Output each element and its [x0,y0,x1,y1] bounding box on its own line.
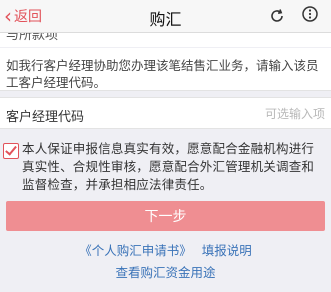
partial-row-label: 与所款项 [6,33,59,43]
manager-code-label: 客户经理代码 [6,110,85,125]
next-button[interactable]: 下一步 [6,201,325,231]
application-links: 《个人购汇申请书》 填报说明 [0,240,331,259]
application-form-link[interactable]: 《个人购汇申请书》 [79,243,192,258]
manager-info-block: 如我行客户经理协助您办理该笔结售汇业务，请输入该员工客户经理代码。 [0,48,331,91]
manager-info-text: 如我行客户经理协助您办理该笔结售汇业务，请输入该员工客户经理代码。 [6,58,319,90]
declaration-text: 本人保证申报信息真实有效，愿意配合金融机构进行真实性、合规性审核，愿意配合外汇管… [22,141,315,192]
declaration-checkbox[interactable] [3,143,19,159]
manager-code-input[interactable] [173,103,327,125]
more-icon[interactable] [300,4,320,28]
fund-use-link[interactable]: 查看购汇资金用途 [115,265,215,280]
declaration-block: 本人保证申报信息真实有效，愿意配合金融机构进行真实性、合规性审核，愿意配合外汇管… [0,135,331,193]
manager-code-row[interactable]: 客户经理代码 [0,97,331,129]
nav-bar: ‹ 返回 购汇 [0,0,331,33]
fund-use-links: 查看购汇资金用途 [0,262,331,281]
refresh-icon[interactable] [268,7,286,29]
fill-guide-link[interactable]: 填报说明 [202,243,252,258]
partial-form-row: 与所款项 [0,33,331,47]
